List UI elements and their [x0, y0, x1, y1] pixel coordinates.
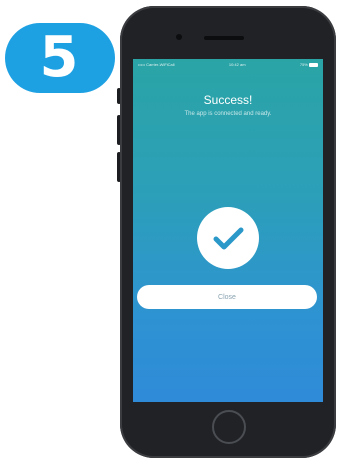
status-bar: ••••• Carrier-WiFiCall 10:42 am 75% — [133, 59, 323, 70]
phone-frame: ••••• Carrier-WiFiCall 10:42 am 75% Succ… — [120, 6, 336, 458]
battery-percent: 75% — [299, 62, 308, 67]
close-button[interactable]: Close — [137, 285, 317, 309]
earpiece — [204, 36, 244, 40]
success-subtitle: The app is connected and ready. — [184, 111, 272, 117]
front-camera — [176, 34, 182, 40]
success-title: Success! — [203, 93, 253, 107]
clock-label: 10:42 am — [228, 62, 246, 67]
step-badge: 5 — [5, 23, 115, 93]
battery-icon — [308, 62, 318, 67]
battery-indicator: 75% — [300, 62, 318, 67]
phone-screen: ••••• Carrier-WiFiCall 10:42 am 75% Succ… — [133, 59, 323, 402]
success-badge — [197, 207, 259, 269]
carrier-label: ••••• Carrier-WiFiCall — [138, 62, 175, 67]
step-number: 5 — [39, 25, 79, 90]
home-button-icon[interactable] — [212, 410, 246, 444]
checkmark-icon — [213, 227, 244, 250]
